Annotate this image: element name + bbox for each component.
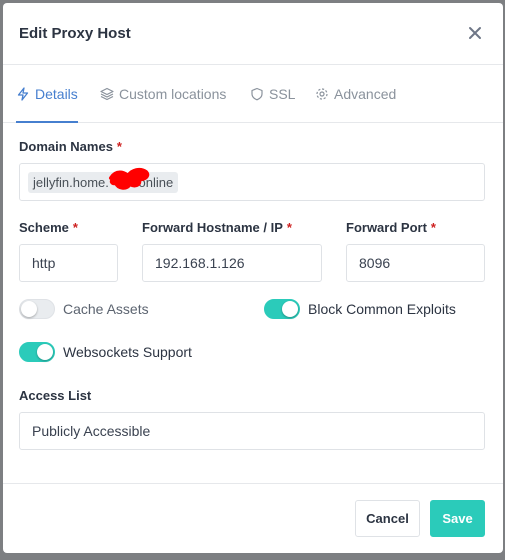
websockets-switch[interactable] [19,342,55,362]
tab-details-label: Details [35,85,78,102]
forward-hostname-input[interactable]: 192.168.1.126 [142,244,322,282]
websockets-label: Websockets Support [63,344,192,360]
modal-footer: Cancel Save [3,483,503,553]
domain-names-label-text: Domain Names [19,139,113,154]
tab-ssl-label: SSL [269,85,296,102]
required-marker: * [286,220,292,235]
cache-assets-switch[interactable] [19,299,55,319]
forward-port-input[interactable]: 8096 [346,244,485,282]
edit-proxy-host-modal: Edit Proxy Host Details Custom locations… [3,3,503,553]
cancel-button[interactable]: Cancel [355,500,420,537]
access-list-value: Publicly Accessible [32,423,151,439]
forward-port-label-text: Forward Port [346,220,427,235]
scheme-value: http [32,255,56,271]
forward-port-label: Forward Port * [346,220,436,235]
shield-icon [251,87,263,100]
tab-advanced-label: Advanced [334,85,397,102]
forward-hostname-label: Forward Hostname / IP * [142,220,292,235]
scheme-label-text: Scheme [19,220,69,235]
forward-hostname-value: 192.168.1.126 [155,255,245,271]
tab-ssl[interactable]: SSL [250,65,295,122]
block-exploits-switch[interactable] [264,299,300,319]
block-exploits-label: Block Common Exploits [308,301,456,317]
scheme-input[interactable]: http [19,244,118,282]
redaction-scribble [109,167,150,190]
close-icon[interactable] [465,23,485,43]
websockets-toggle[interactable]: Websockets Support [19,342,192,362]
modal-title: Edit Proxy Host [19,25,131,42]
tab-custom-locations-label: Custom locations [119,85,227,102]
bolt-icon [17,86,29,101]
domain-names-label: Domain Names * [19,139,122,154]
modal-header: Edit Proxy Host [3,3,503,65]
block-exploits-toggle[interactable]: Block Common Exploits [264,299,456,319]
required-marker: * [116,139,122,154]
domain-chip-text: jellyfin.home. [33,174,109,190]
domain-chip[interactable]: jellyfin.home. .online [28,167,179,193]
tab-details[interactable]: Details [16,65,78,123]
save-button[interactable]: Save [430,500,485,537]
forward-hostname-label-text: Forward Hostname / IP [142,220,283,235]
forward-port-value: 8096 [359,255,391,271]
domain-names-input[interactable]: jellyfin.home. .online [19,163,485,201]
cache-assets-label: Cache Assets [63,301,149,317]
tab-custom-locations[interactable]: Custom locations [100,65,226,122]
tab-advanced[interactable]: Advanced [315,65,396,122]
gear-icon [316,87,328,100]
required-marker: * [72,220,78,235]
layers-icon [100,87,114,100]
cache-assets-toggle[interactable]: Cache Assets [19,299,149,319]
access-list-label: Access List [19,388,92,403]
scheme-label: Scheme * [19,220,78,235]
tab-bar: Details Custom locations SSL Advanced [3,65,503,123]
access-list-select[interactable]: Publicly Accessible [19,412,485,450]
required-marker: * [430,220,436,235]
